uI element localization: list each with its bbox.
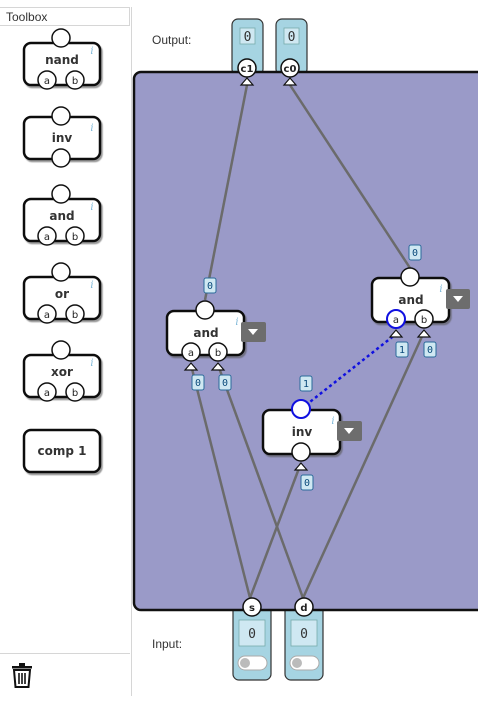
toolbox-item-nand[interactable]: nand a b i [22,28,102,90]
circuit-canvas[interactable]: nand a b i inv i and a b i or a b i xor … [0,0,478,722]
svg-text:1: 1 [303,379,309,390]
svg-text:0: 0 [427,345,433,356]
gate-label: and [193,326,218,340]
svg-text:0: 0 [207,281,213,292]
toolbox-item-and[interactable]: and a b i [22,184,102,246]
toolbox-item-inv[interactable]: inv i [22,106,102,168]
pin-label: b [215,348,221,359]
svg-text:1: 1 [399,345,405,356]
toolbox-item-or[interactable]: or a b i [22,262,102,324]
output-value: 0 [288,30,296,45]
input-terminal-s[interactable]: s [242,597,262,617]
pin-label: a [188,348,194,359]
pin-label: a [393,315,399,326]
output-value: 0 [244,30,252,45]
pin-label: b [421,315,427,326]
info-icon[interactable]: i [90,280,93,291]
info-icon[interactable]: i [235,317,238,328]
gate-menu-button[interactable] [337,421,362,441]
terminal-label: c1 [241,64,254,75]
info-icon[interactable]: i [90,358,93,369]
input-value: 0 [248,627,256,642]
input-value: 0 [300,627,308,642]
output-label: Output: [152,33,191,47]
toolbox-item-label: comp 1 [38,444,87,458]
terminal-label: c0 [284,64,297,75]
toolbox-item-label: xor [51,365,73,379]
info-icon[interactable]: i [331,416,334,427]
input-terminal-d[interactable]: d [294,597,314,617]
gate-menu-button[interactable] [446,289,470,309]
svg-text:0: 0 [412,248,418,259]
svg-text:0: 0 [195,378,201,389]
toolbox-item-label: and [49,209,74,223]
value-badge: 0 [203,277,217,294]
terminal-label: s [249,603,255,614]
terminal-label: d [300,603,307,614]
gate-menu-button[interactable] [241,322,266,342]
toolbox-item-xor[interactable]: xor a b i [22,340,102,402]
toolbox-item-label: inv [52,131,73,145]
value-badge: 0 [423,341,437,358]
info-icon[interactable]: i [439,284,442,295]
value-badge: 0 [408,244,422,261]
toolbox-item-comp-1[interactable]: comp 1 [22,428,102,474]
toolbox-item-label: nand [45,53,79,67]
svg-text:0: 0 [304,478,310,489]
info-icon[interactable]: i [90,46,93,57]
info-icon[interactable]: i [90,202,93,213]
pin-label: b [72,310,78,321]
trash-icon[interactable] [12,663,32,688]
pin-label: a [44,388,50,399]
toolbox-item-label: or [55,287,69,301]
pin-label: b [72,232,78,243]
gate-label: inv [292,425,313,439]
value-badge: 0 [218,374,232,391]
pin-label: a [44,310,50,321]
value-badge: 0 [300,474,314,491]
input-label: Input: [152,637,182,651]
value-badge: 1 [299,375,313,392]
value-badge: 1 [395,341,409,358]
info-icon[interactable]: i [90,123,93,134]
gate-label: and [398,293,423,307]
pin-label: a [44,232,50,243]
pin-label: b [72,388,78,399]
svg-text:0: 0 [222,378,228,389]
value-badge: 0 [191,374,205,391]
pin-label: b [72,76,78,87]
pin-label: a [44,76,50,87]
